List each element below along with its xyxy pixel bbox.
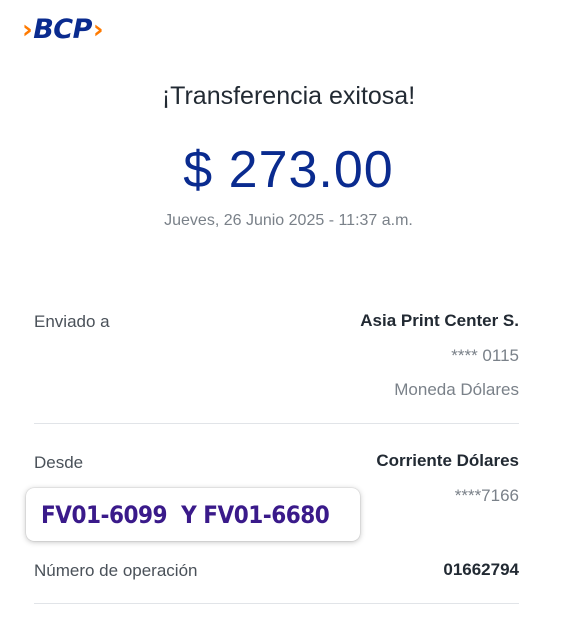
bcp-logo: › BCP › (22, 14, 104, 45)
recipient-account: **** 0115 (451, 346, 519, 365)
sent-to-label: Enviado a (34, 312, 110, 331)
recipient-name: Asia Print Center S. (360, 311, 519, 330)
invoice-note-label: FV01-6099 Y FV01-6680 (26, 488, 360, 541)
operation-number: 01662794 (443, 560, 519, 579)
logo-text: BCP (33, 14, 92, 45)
divider (34, 603, 519, 604)
divider (34, 423, 519, 424)
logo-chevron-right-icon: › (92, 14, 104, 45)
from-label: Desde (34, 453, 84, 472)
from-account-type: Corriente Dólares (376, 451, 519, 470)
transfer-amount: $ 273.00 (183, 141, 394, 199)
success-title: ¡Transferencia exitosa! (161, 82, 416, 110)
operation-number-label: Número de operación (34, 561, 198, 580)
from-account-number: ****7166 (454, 486, 519, 505)
logo-chevron-left-icon: › (22, 14, 33, 45)
recipient-currency: Moneda Dólares (394, 380, 519, 399)
transfer-datetime: Jueves, 26 Junio 2025 - 11:37 a.m. (164, 212, 413, 229)
